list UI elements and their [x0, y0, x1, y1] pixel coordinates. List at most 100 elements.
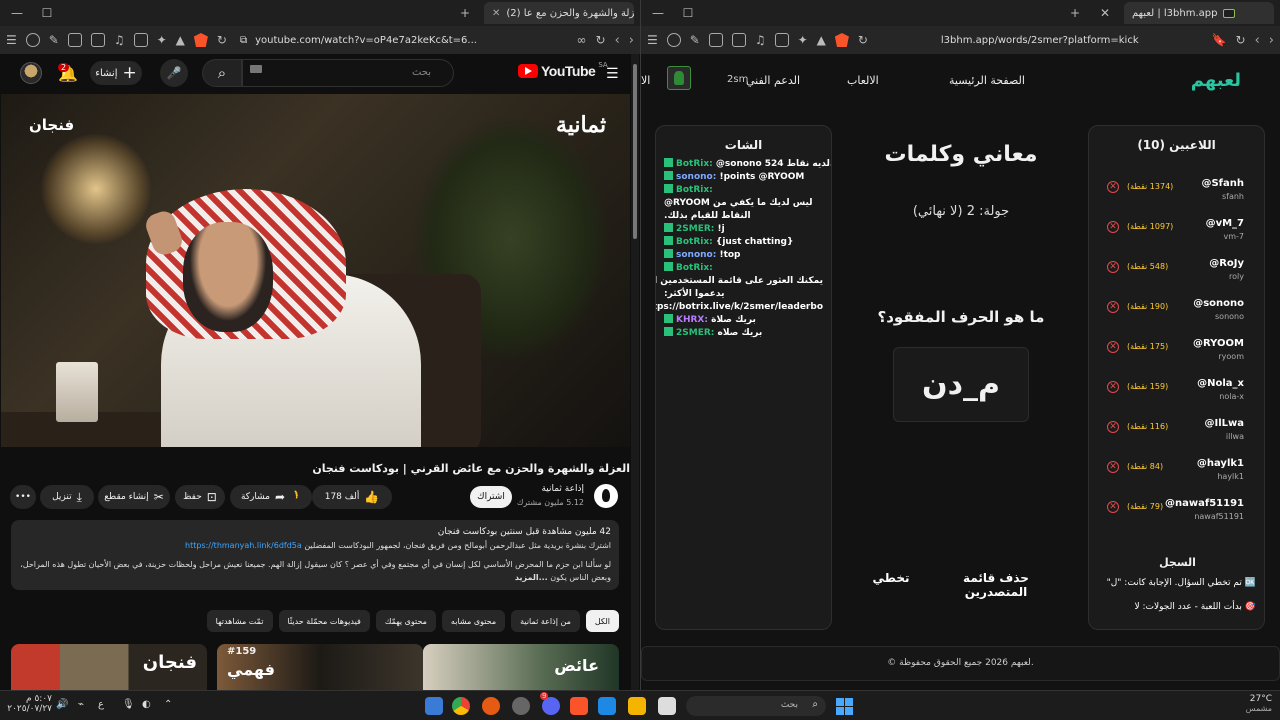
nav-home[interactable]: الصفحة الرئيسية: [949, 74, 1025, 87]
like-button[interactable]: 178 ألف 👍: [312, 485, 392, 509]
brave-icon[interactable]: [570, 697, 588, 715]
forward-icon[interactable]: ›: [1269, 33, 1274, 48]
site-logo[interactable]: لعبهم: [1191, 70, 1241, 91]
chip-all[interactable]: الكل: [585, 610, 619, 632]
new-tab-icon[interactable]: +: [454, 6, 476, 20]
video-description[interactable]: 42 مليون مشاهدة قبل سنتين بودكاست فنجان …: [11, 520, 619, 590]
back-icon[interactable]: ‹: [615, 33, 620, 48]
network-icon[interactable]: ⌁: [78, 699, 84, 710]
voice-search-button[interactable]: 🎤: [160, 59, 188, 87]
file-explorer-icon[interactable]: [628, 697, 646, 715]
more-actions-button[interactable]: •••: [10, 485, 36, 509]
reload-icon[interactable]: ↻: [596, 33, 606, 47]
reload-icon[interactable]: ↻: [1236, 33, 1246, 47]
delete-leaderboard-button[interactable]: حذف قائمة المتصدرين: [951, 571, 1041, 599]
skip-button[interactable]: تخطي: [871, 571, 911, 585]
search-input[interactable]: بحث: [242, 59, 454, 87]
new-tab-icon[interactable]: +: [1064, 6, 1086, 20]
minimize-icon[interactable]: —: [6, 6, 28, 20]
tray-app-icon[interactable]: ◐: [142, 699, 151, 710]
input-language[interactable]: ع: [98, 699, 104, 710]
related-thumbnail[interactable]: #159 فهمي: [217, 644, 423, 690]
scrollbar-thumb[interactable]: [633, 64, 637, 239]
channel-name[interactable]: إذاعة ثمانية: [541, 484, 584, 494]
extensions-icon[interactable]: ✦: [798, 33, 808, 47]
defender-icon[interactable]: [425, 697, 443, 715]
obs-icon[interactable]: [512, 697, 530, 715]
chip-watched[interactable]: تمّت مشاهدتها: [206, 610, 273, 632]
maximize-icon[interactable]: ☐: [36, 6, 58, 20]
tray-overflow-icon[interactable]: ⌃: [164, 699, 172, 710]
remove-player-icon[interactable]: ✕: [1107, 341, 1119, 353]
extensions-icon[interactable]: ✦: [157, 33, 167, 47]
link-icon[interactable]: ∞: [577, 33, 587, 47]
music-icon[interactable]: ♫: [114, 33, 125, 47]
youtube-tab[interactable]: ✕ (2) العزلة والشهرة والحزن مع عا: [484, 2, 634, 24]
back-icon[interactable]: ‹: [1255, 33, 1260, 48]
remove-player-icon[interactable]: ✕: [1107, 461, 1119, 473]
subscribe-button[interactable]: اشتراك: [470, 486, 512, 508]
microphone-icon[interactable]: 🎙: [122, 699, 135, 710]
nav-support[interactable]: الدعم الفني: [746, 74, 800, 87]
chip-from-channel[interactable]: من إذاعة ثمانية: [511, 610, 580, 632]
store-icon[interactable]: [598, 697, 616, 715]
page-info-icon[interactable]: ⧉: [240, 35, 247, 46]
channel-avatar[interactable]: [594, 484, 618, 508]
menu-icon[interactable]: ☰: [647, 33, 658, 47]
chrome-icon[interactable]: [452, 697, 470, 715]
l3bhm-tab[interactable]: لعبهم | l3bhm.app: [1124, 2, 1274, 24]
reader-icon[interactable]: [133, 33, 148, 47]
sidebar-icon[interactable]: [731, 33, 746, 47]
shield-icon[interactable]: [666, 33, 681, 47]
pin-icon[interactable]: ✎: [690, 33, 700, 47]
share-button[interactable]: مشاركة ➦: [230, 485, 296, 509]
video-player[interactable]: ثمانية فنجان: [1, 94, 630, 447]
remove-player-icon[interactable]: ✕: [1107, 381, 1119, 393]
bat-icon[interactable]: ▲: [817, 33, 826, 47]
refresh-icon[interactable]: ↻: [217, 33, 227, 47]
wallet-icon[interactable]: [67, 33, 82, 47]
user-avatar[interactable]: [667, 66, 691, 90]
youtube-logo[interactable]: YouTube SA: [518, 61, 608, 79]
brave-shield-icon[interactable]: [834, 33, 849, 47]
user-avatar[interactable]: [20, 62, 42, 84]
reader-icon[interactable]: [774, 33, 789, 47]
firefox-icon[interactable]: [482, 697, 500, 715]
pin-icon[interactable]: ✎: [49, 33, 59, 47]
clock[interactable]: ٥:٠٧ م ٢٠٢٥/٠٧/٢٧: [7, 694, 52, 714]
refresh-icon[interactable]: ↻: [858, 33, 868, 47]
remove-player-icon[interactable]: ✕: [1107, 421, 1119, 433]
shield-icon[interactable]: [25, 33, 40, 47]
clip-button[interactable]: إنشاء مقطع ✂: [98, 485, 170, 509]
maximize-icon[interactable]: ☐: [677, 6, 699, 20]
related-thumbnail[interactable]: عائض: [423, 644, 619, 690]
minimize-icon[interactable]: —: [647, 6, 669, 20]
close-tab-icon[interactable]: ✕: [1094, 6, 1116, 20]
description-more-link[interactable]: ...المزيد: [515, 573, 548, 582]
brave-shield-icon[interactable]: [193, 33, 208, 47]
page-scrollbar[interactable]: [631, 54, 639, 690]
search-button[interactable]: ⌕: [202, 59, 242, 87]
close-tab-icon[interactable]: ✕: [492, 8, 500, 19]
bat-icon[interactable]: ▲: [176, 33, 185, 47]
taskbar-search[interactable]: بحث ⌕: [686, 696, 826, 716]
address-bar[interactable]: ⧉ youtube.com/watch?v=oP4e7a2keKc&t=6...: [235, 30, 568, 50]
remove-player-icon[interactable]: ✕: [1107, 261, 1119, 273]
remove-player-icon[interactable]: ✕: [1107, 501, 1119, 513]
chip-similar[interactable]: محتوى مشابه: [441, 610, 506, 632]
menu-icon[interactable]: ☰: [6, 33, 17, 47]
nav-games[interactable]: الالعاب: [847, 74, 879, 87]
keyboard-icon[interactable]: [250, 65, 262, 73]
music-icon[interactable]: ♫: [755, 33, 766, 47]
guide-menu-icon[interactable]: ☰: [606, 66, 619, 82]
related-thumbnail[interactable]: فنجان: [11, 644, 207, 690]
bookmark-icon[interactable]: 🔖: [1212, 33, 1227, 47]
task-view-icon[interactable]: [658, 697, 676, 715]
weather-widget[interactable]: 27°C مشمس: [1222, 694, 1272, 713]
start-button[interactable]: [836, 698, 853, 715]
forward-icon[interactable]: ›: [629, 33, 634, 48]
remove-player-icon[interactable]: ✕: [1107, 181, 1119, 193]
save-button[interactable]: حفظ ⊡: [175, 485, 225, 509]
download-button[interactable]: تنزيل ⤓: [40, 485, 94, 509]
remove-player-icon[interactable]: ✕: [1107, 221, 1119, 233]
